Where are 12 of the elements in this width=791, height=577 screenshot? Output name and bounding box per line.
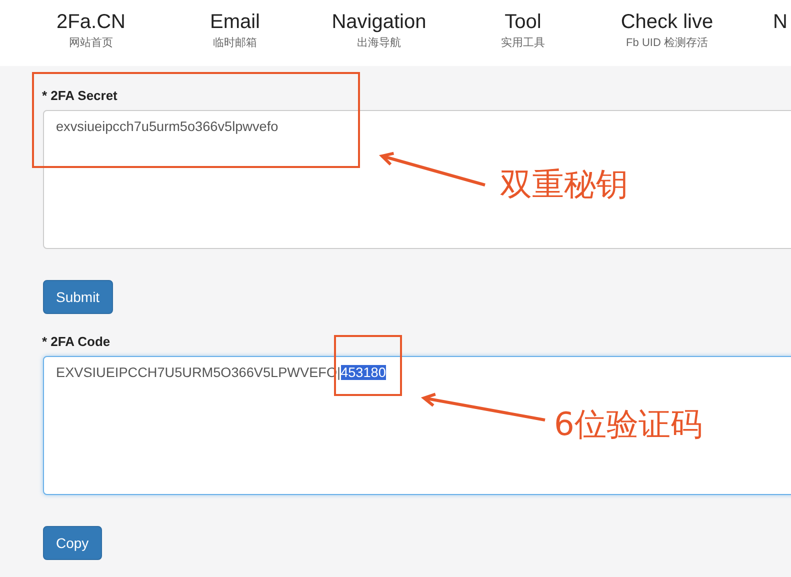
copy-button[interactable]: Copy: [43, 526, 102, 560]
nav-link[interactable]: Check live Fb UID 检测存活: [595, 0, 739, 66]
nav-link[interactable]: Navigation 出海导航: [307, 0, 451, 66]
nav-link[interactable]: Email 临时邮箱: [163, 0, 307, 66]
nav-link[interactable]: N: [773, 0, 788, 66]
submit-button[interactable]: Submit: [43, 280, 113, 314]
nav-link[interactable]: Tool 实用工具: [451, 0, 595, 66]
nav-link[interactable]: 2Fa.CN 网站首页: [19, 0, 163, 66]
annotation-label: 6位验证码: [554, 404, 702, 445]
annotation-label: 双重秘钥: [500, 164, 628, 205]
field-label: * 2FA Secret: [42, 88, 118, 103]
field-label: * 2FA Code: [42, 334, 110, 349]
